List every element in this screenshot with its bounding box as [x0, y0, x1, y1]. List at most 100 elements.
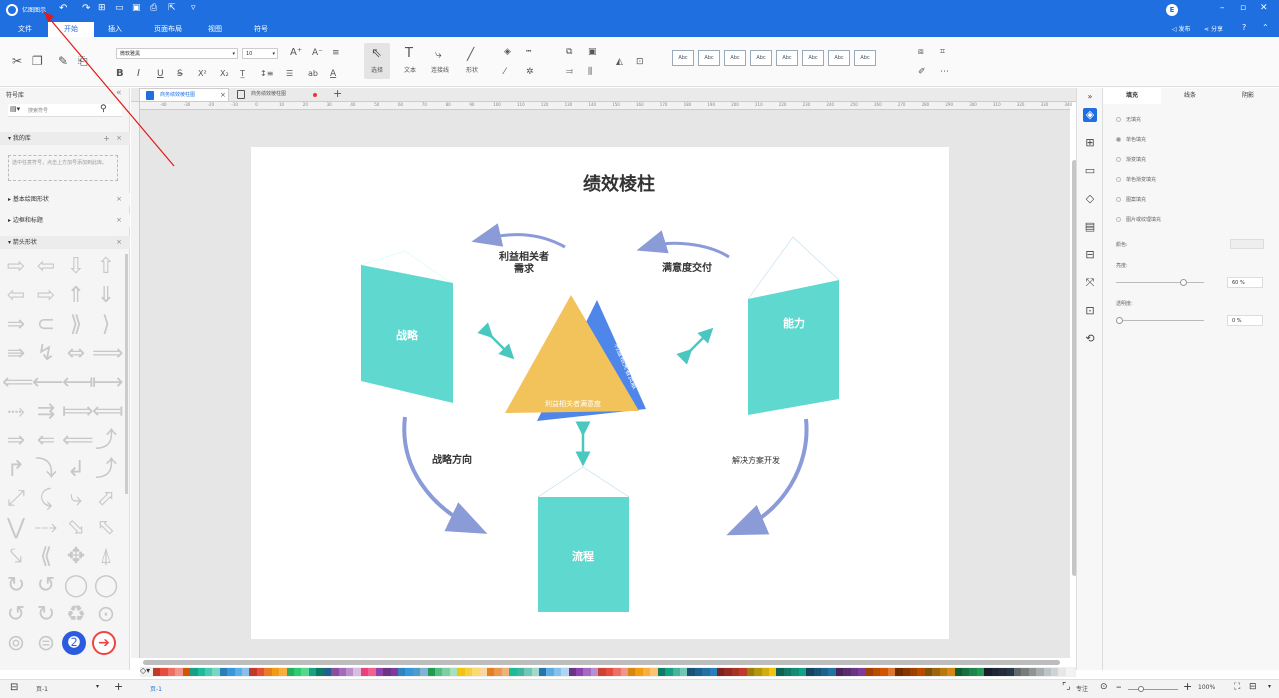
- color-swatch[interactable]: [435, 668, 443, 676]
- color-swatch[interactable]: [390, 668, 398, 676]
- style-preset[interactable]: Abc: [828, 50, 850, 66]
- capability-box[interactable]: 能力: [747, 236, 840, 415]
- color-swatch[interactable]: [902, 668, 911, 676]
- customize-icon[interactable]: ▿: [191, 3, 196, 13]
- color-swatch[interactable]: [828, 668, 836, 676]
- arrow-shape-item[interactable]: ⇑: [62, 283, 90, 309]
- arrow-shape-item[interactable]: ⤥: [2, 544, 30, 570]
- color-swatch[interactable]: [1013, 668, 1022, 676]
- color-swatch[interactable]: [999, 668, 1007, 676]
- redo-icon[interactable]: ↷: [82, 3, 90, 14]
- copy-icon[interactable]: ❐: [32, 54, 43, 68]
- color-swatch[interactable]: [939, 668, 948, 676]
- page-tab[interactable]: 页-1: [150, 684, 162, 693]
- arrow-shape-item[interactable]: ⇨: [32, 283, 60, 309]
- stakeholder-needs-label-2[interactable]: 需求: [514, 262, 535, 275]
- color-swatch[interactable]: [598, 668, 606, 676]
- color-swatch[interactable]: [583, 668, 591, 676]
- effects-icon[interactable]: ✲: [526, 65, 534, 79]
- font-size-select[interactable]: 10 ▾: [242, 48, 278, 59]
- arrow-shape-item[interactable]: ⇦: [2, 283, 30, 309]
- fill-option-picture[interactable]: 图片或纹理填充: [1116, 216, 1161, 223]
- page-view-icon[interactable]: ⊟: [10, 682, 18, 693]
- expand-panel-icon[interactable]: »: [1083, 90, 1097, 104]
- chevron-down-icon[interactable]: ▾: [1268, 683, 1271, 690]
- color-swatch[interactable]: [412, 668, 421, 676]
- color-swatch[interactable]: [531, 668, 539, 676]
- double-arrow-right[interactable]: [676, 327, 714, 365]
- color-swatch[interactable]: [546, 668, 554, 676]
- arrow-shape-item[interactable]: ⋁: [2, 515, 30, 541]
- color-swatch[interactable]: [1051, 668, 1059, 676]
- text-style-icon[interactable]: T̲: [240, 67, 245, 81]
- color-swatch[interactable]: [175, 668, 183, 676]
- arrow-shape-item[interactable]: ⇦: [32, 254, 60, 280]
- collapse-panel-icon[interactable]: «: [116, 88, 122, 98]
- strikethrough-icon[interactable]: S̶: [177, 67, 183, 81]
- arrow-shape-item[interactable]: ⬀: [92, 486, 120, 512]
- style-preset[interactable]: Abc: [698, 50, 720, 66]
- color-swatch[interactable]: [769, 668, 777, 676]
- arrow-shape-item[interactable]: ⇒: [2, 312, 30, 338]
- double-arrow-left[interactable]: [477, 322, 515, 360]
- color-swatch[interactable]: [383, 668, 391, 676]
- library-section-basic[interactable]: ▸ 基本绘图形状 ×: [0, 193, 130, 206]
- color-swatch[interactable]: [397, 668, 406, 676]
- color-swatch[interactable]: [464, 668, 473, 676]
- font-color-icon[interactable]: A: [330, 67, 336, 81]
- color-swatch[interactable]: [687, 668, 695, 676]
- color-swatch[interactable]: [331, 668, 339, 676]
- fullscreen-icon[interactable]: ⛶: [1234, 682, 1240, 692]
- color-swatch[interactable]: [984, 668, 992, 676]
- strategic-direction-arrow[interactable]: [402, 416, 488, 534]
- library-search[interactable]: ▤▾ 搜索符号 ⚲: [8, 104, 122, 117]
- close-icon[interactable]: ×: [220, 89, 226, 102]
- fill-none-icon[interactable]: ◇▾: [140, 666, 150, 675]
- color-swatch[interactable]: [1036, 668, 1044, 676]
- prism-triangle[interactable]: 利益相关者满意度 利益相关者贡献: [505, 295, 646, 421]
- strategy-box[interactable]: 战略: [359, 250, 453, 403]
- arrow-shape-item[interactable]: ⟾: [62, 399, 94, 425]
- color-swatch[interactable]: [635, 668, 643, 676]
- color-swatch[interactable]: [672, 668, 680, 676]
- color-swatch[interactable]: [746, 668, 755, 676]
- strategic-direction-label[interactable]: 战略方向: [432, 453, 472, 466]
- close-icon[interactable]: ✕: [1260, 3, 1268, 13]
- color-swatch[interactable]: [850, 668, 859, 676]
- color-swatch[interactable]: [256, 668, 265, 676]
- arrow-shape-item[interactable]: ⟩: [92, 312, 120, 338]
- crop-icon[interactable]: ⌗: [940, 45, 945, 59]
- color-swatch[interactable]: [887, 668, 896, 676]
- line-spacing-icon[interactable]: ↕≡: [260, 67, 273, 81]
- color-swatch[interactable]: [375, 668, 384, 676]
- fill-option-solid[interactable]: 单色填充: [1116, 136, 1146, 143]
- focus-icon[interactable]: ⌜⌟: [1062, 682, 1070, 692]
- select-tool-button[interactable]: ⇖ 选择: [364, 43, 390, 79]
- arrow-shape-item[interactable]: ↺: [2, 602, 30, 628]
- color-swatch[interactable]: [538, 668, 547, 676]
- brightness-slider[interactable]: [1116, 279, 1204, 286]
- color-swatch[interactable]: [791, 668, 799, 676]
- color-swatch[interactable]: [301, 668, 309, 676]
- arrow-shape-item[interactable]: ⊂: [32, 312, 60, 338]
- edit-shape-icon[interactable]: ✐: [918, 65, 926, 79]
- document-tab[interactable]: 商务绩效棱柱图: [231, 88, 325, 101]
- group-icon[interactable]: ▣: [588, 45, 597, 59]
- zoom-in-icon[interactable]: +: [1183, 680, 1192, 693]
- color-swatch[interactable]: [190, 668, 198, 676]
- arrow-shape-item[interactable]: ⇒: [2, 428, 30, 454]
- open-icon[interactable]: ▭: [115, 3, 124, 13]
- line-color-icon[interactable]: ⁄: [504, 65, 506, 79]
- menu-file[interactable]: 文件: [10, 22, 40, 37]
- color-swatch[interactable]: [590, 668, 599, 676]
- restore-icon[interactable]: ▫: [1240, 3, 1246, 13]
- panel-scrollbar[interactable]: [125, 254, 128, 494]
- color-swatch[interactable]: [798, 668, 807, 676]
- color-swatch[interactable]: [345, 668, 354, 676]
- color-swatch[interactable]: [353, 668, 361, 676]
- presentation-icon[interactable]: ⊡: [1083, 304, 1097, 318]
- color-swatch[interactable]: [524, 668, 532, 676]
- grid-icon[interactable]: ⊞: [1083, 136, 1097, 150]
- connector-tool-button[interactable]: ⤷ 连接线: [428, 43, 454, 79]
- color-swatch[interactable]: [212, 668, 220, 676]
